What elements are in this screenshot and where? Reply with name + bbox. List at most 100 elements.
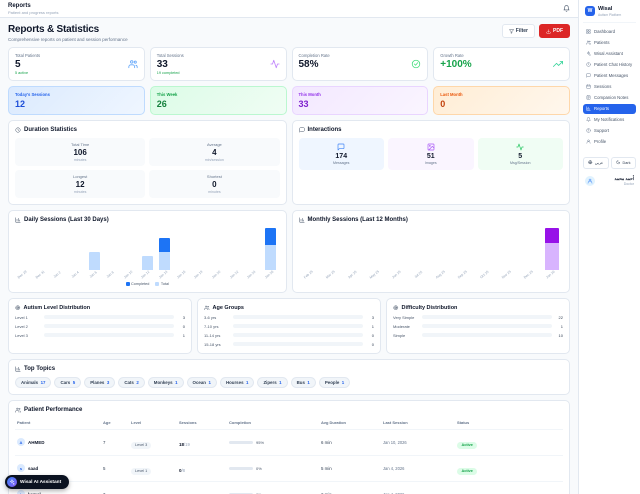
daily-chart-header: Daily Sessions (Last 30 Days) xyxy=(15,217,280,223)
sidebar-item-profile[interactable]: Profile xyxy=(583,137,636,147)
distribution-rows: 3-6 yrs 3 7-10 yrs 1 11-14 yrs 0 15-18 y… xyxy=(204,315,374,347)
top-topics-header: Top Topics xyxy=(15,366,563,372)
duration-label: Shortest xyxy=(206,173,222,179)
interactions-card: Interactions 174 Messages 51 Images 5 Ms… xyxy=(291,119,570,205)
sidebar-item-wisal-assistant[interactable]: Wisal Assistant xyxy=(583,49,636,59)
theme-label: Dark xyxy=(622,160,631,165)
patient-cell: A AHMED xyxy=(17,438,103,446)
notes-icon xyxy=(586,95,591,100)
filter-button[interactable]: Filter xyxy=(501,24,535,38)
pdf-button-label: PDF xyxy=(553,28,563,34)
distribution-row: Very Simple 22 xyxy=(393,315,563,320)
distribution-title: Autism Level Distribution xyxy=(23,304,91,311)
interactions-title: Interactions xyxy=(307,126,342,133)
column-header: Sessions xyxy=(179,420,197,425)
daily-chart-title: Daily Sessions (Last 30 Days) xyxy=(24,216,109,223)
globe-icon xyxy=(588,160,593,165)
column-header: Completion xyxy=(229,420,251,425)
distribution-bar-track xyxy=(422,332,552,338)
sidebar-item-my-notifications[interactable]: My Notifications xyxy=(583,115,636,125)
period-value: 0 xyxy=(440,98,446,109)
period-label: This Month xyxy=(298,92,321,97)
pdf-export-button[interactable]: PDF xyxy=(539,24,570,38)
patient-avatar: k xyxy=(17,490,25,494)
period-value: 12 xyxy=(15,98,26,109)
brand-name: Wisal xyxy=(598,6,613,12)
sidebar-nav: Dashboard Patients Wisal Assistant Patient … xyxy=(583,27,636,147)
duration-stat: Longest 12 minutes xyxy=(15,169,146,198)
age-cell: 7 xyxy=(103,439,106,445)
help-icon xyxy=(586,128,591,133)
patient-name: saad xyxy=(28,465,39,471)
status-badge: Active xyxy=(457,467,478,475)
interaction-stat: 5 Msg/Session xyxy=(477,137,563,170)
language-toggle-button[interactable]: عربي xyxy=(583,156,609,169)
status-cell: Active xyxy=(457,485,561,494)
distribution-bar-track xyxy=(233,332,363,338)
distribution-row: 3-6 yrs 3 xyxy=(204,315,374,320)
sidebar-item-patient-messages[interactable]: Patient Messages xyxy=(583,71,636,81)
daily-sessions-chart-card: Daily Sessions (Last 30 Days) Dec 29 Dec … xyxy=(8,209,287,293)
main-column: Reports Patient and progress reports Rep… xyxy=(0,0,578,494)
topic-name: Ocean xyxy=(192,379,206,385)
period-label: This Week xyxy=(156,92,178,97)
users-icon xyxy=(204,305,210,311)
duration-stat: Total Time 106 minutes xyxy=(15,137,146,166)
stat-sub: 19 completed xyxy=(156,71,180,75)
duration-unit: minutes xyxy=(208,189,221,194)
distribution-card: Autism Level Distribution Level 1 3 Leve… xyxy=(8,297,192,354)
distribution-row-label: Simple xyxy=(393,332,406,338)
message-icon xyxy=(303,143,381,151)
sidebar-item-dashboard[interactable]: Dashboard xyxy=(583,27,636,37)
column-header: Age xyxy=(103,420,111,425)
trending-up-icon xyxy=(553,59,563,69)
notifications-bell-icon[interactable] xyxy=(562,5,570,13)
sidebar-item-sessions[interactable]: Sessions xyxy=(583,82,636,92)
distribution-row-value: 10 xyxy=(558,332,563,338)
sidebar-item-patient-chat-history[interactable]: Patient Chat History xyxy=(583,60,636,70)
user-profile-chip[interactable]: أحمد محمد Doctor xyxy=(583,174,636,189)
page-header: Reports & Statistics Comprehensive repor… xyxy=(8,24,570,42)
distribution-bar-track xyxy=(422,323,552,329)
interaction-label: Messages xyxy=(333,160,350,165)
duration-value: 4 xyxy=(212,147,217,157)
stat-label: Total Sessions xyxy=(156,52,184,58)
table-row[interactable]: k kamal 3 Level 1 0/3 0% 2 min Jan 4, 20… xyxy=(15,480,563,494)
user-icon xyxy=(587,178,593,184)
topbar-title: Reports xyxy=(8,2,31,9)
sidebar-item-label: My Notifications xyxy=(594,117,625,122)
sidebar-item-patients[interactable]: Patients xyxy=(583,38,636,48)
table-row[interactable]: s saad 5 Level 1 0/8 0% 5 min Jan 4, 202… xyxy=(15,454,563,481)
sidebar-item-support[interactable]: Support xyxy=(583,126,636,136)
distribution-row-label: Level 3 xyxy=(15,332,28,338)
distribution-row-value: 22 xyxy=(558,314,563,320)
duration-interactions-row: Duration Statistics Total Time 106 minut… xyxy=(8,119,570,205)
topic-pill: Planes 3 xyxy=(84,376,116,388)
patient-cell: k kamal xyxy=(17,490,103,494)
sessions-cell: 0/8 xyxy=(179,459,229,477)
interaction-stat: 51 Images xyxy=(388,137,474,170)
filter-button-label: Filter xyxy=(515,28,528,34)
stat-label: Total Patients xyxy=(15,52,41,58)
topic-pill: Monkeys 1 xyxy=(147,376,184,388)
message-icon xyxy=(299,127,305,133)
ai-assistant-floating-button[interactable]: Wisal AI Assistant xyxy=(5,475,70,489)
interactions-grid: 174 Messages 51 Images 5 Msg/Session xyxy=(298,137,563,170)
table-row[interactable]: A AHMED 7 Level 3 18/19 95% 6 min Jan 10… xyxy=(15,428,563,455)
users-icon xyxy=(15,407,21,413)
download-icon xyxy=(546,28,551,34)
user-name: أحمد محمد xyxy=(614,175,634,181)
sidebar-item-reports[interactable]: Reports xyxy=(583,103,636,114)
distributions-row: Autism Level Distribution Level 1 3 Leve… xyxy=(8,297,570,354)
stat-card: Total Sessions 33 19 completed xyxy=(149,46,287,81)
sidebar-item-companion-notes[interactable]: Companion Notes xyxy=(583,93,636,103)
chart-plot-area xyxy=(299,227,564,270)
stat-card: Total Patients 5 5 active xyxy=(8,46,145,81)
duration-unit: minutes xyxy=(73,189,87,194)
distribution-row-value: 3 xyxy=(182,314,185,320)
sidebar-item-label: Patients xyxy=(594,40,610,45)
dark-mode-toggle-button[interactable]: Dark xyxy=(610,156,636,169)
distribution-header: Difficulty Distribution xyxy=(393,305,563,311)
interaction-value: 5 xyxy=(518,152,523,160)
last-session-cell: Jan 10, 2026 xyxy=(383,439,407,445)
